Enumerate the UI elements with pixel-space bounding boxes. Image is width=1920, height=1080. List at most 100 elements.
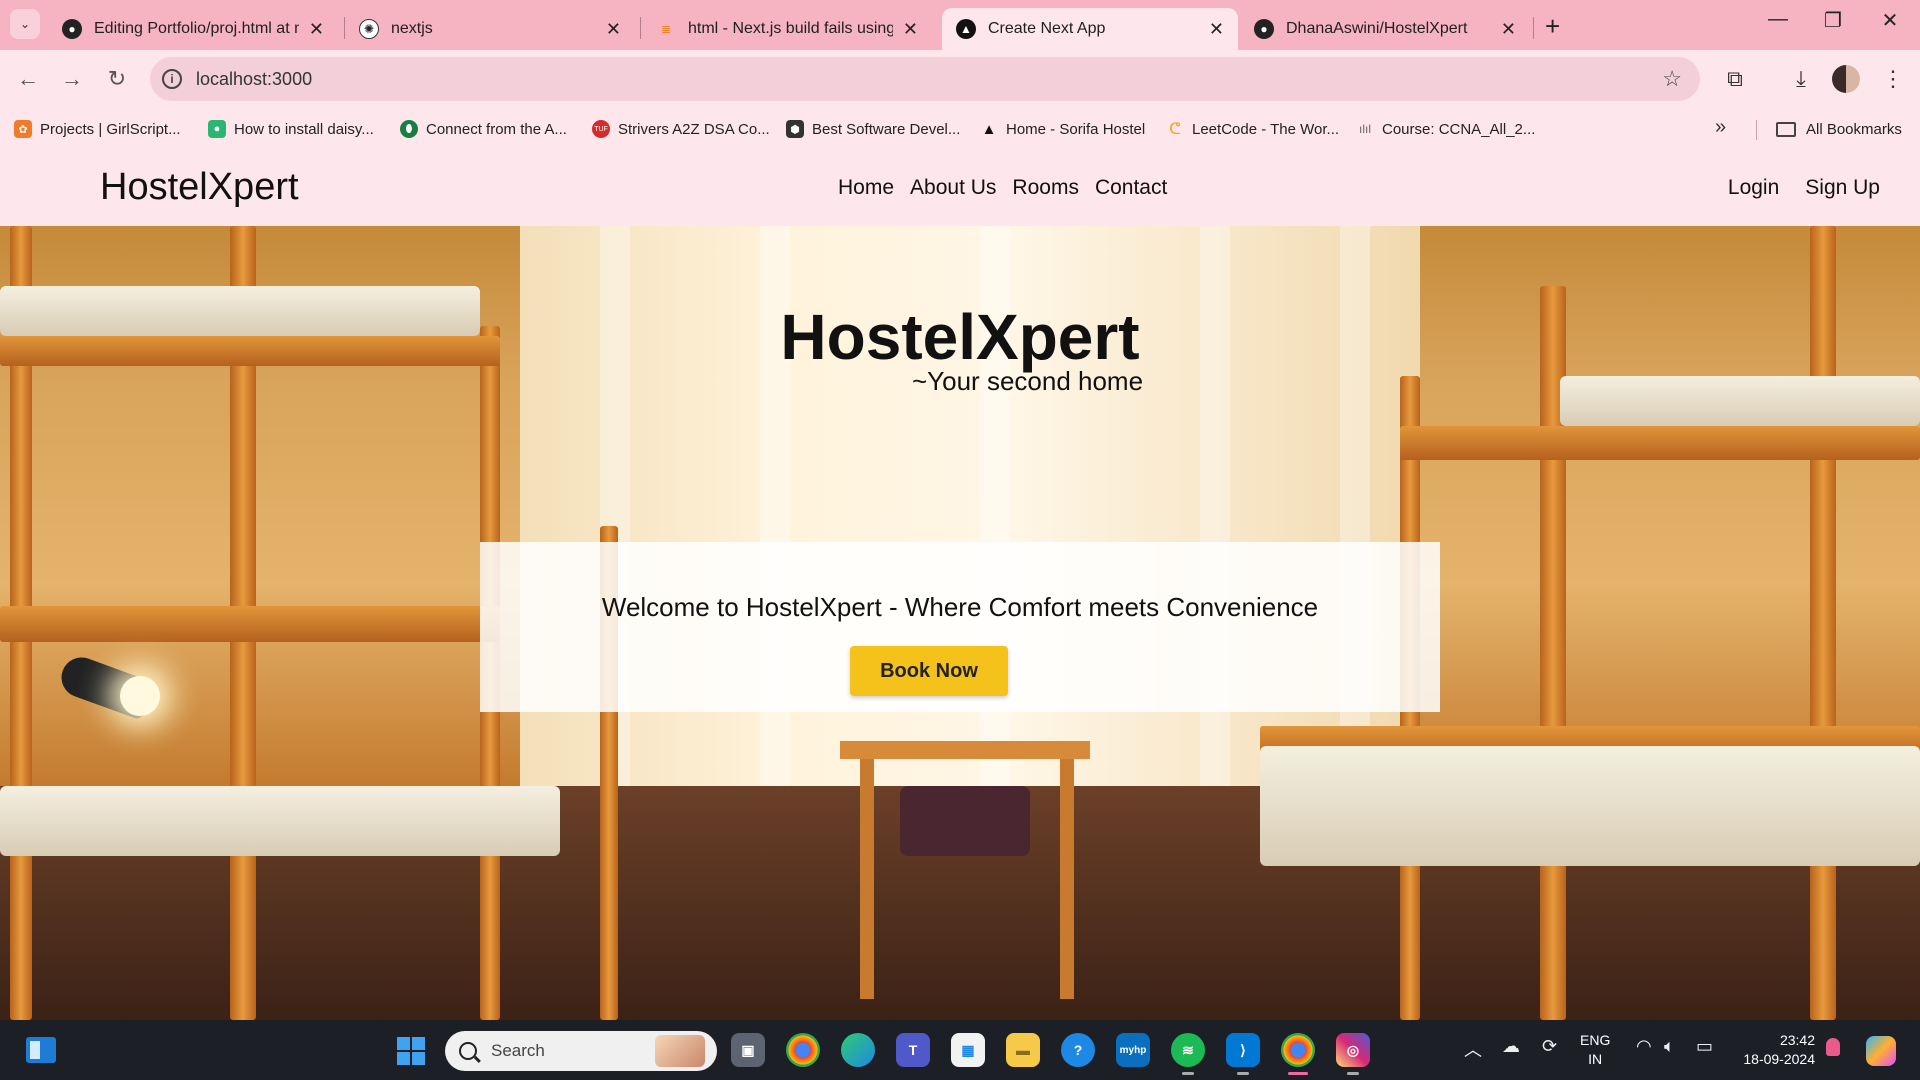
bookmark-star-icon[interactable]: ☆ — [1662, 66, 1682, 92]
widgets-icon[interactable] — [26, 1037, 56, 1063]
region-code: IN — [1588, 1051, 1603, 1067]
hero-section: HostelXpert ~Your second home Welcome to… — [0, 226, 1920, 1020]
page-viewport: HostelXpert Home About Us Rooms Contact … — [0, 150, 1920, 1020]
close-icon[interactable]: ✕ — [1209, 19, 1224, 40]
copilot-icon[interactable] — [1866, 1036, 1896, 1066]
tab-title: DhanaAswini/HostelXpert — [1286, 20, 1468, 37]
tab-title: Editing Portfolio/proj.html at m — [94, 20, 299, 37]
new-tab-button[interactable]: + — [1545, 11, 1560, 42]
bookmark-item[interactable]: ● How to install daisy... — [208, 108, 374, 150]
teams-icon[interactable]: T — [896, 1033, 930, 1067]
bookmark-label: Course: CCNA_All_2... — [1382, 120, 1536, 138]
notification-bell-icon[interactable] — [1826, 1038, 1840, 1056]
welcome-card: Welcome to HostelXpert - Where Comfort m… — [480, 542, 1440, 712]
menu-kebab-icon[interactable]: ⋮ — [1876, 62, 1910, 96]
auth-links: Login Sign Up — [1728, 176, 1880, 200]
bookmark-item[interactable]: ⬮ Connect from the A... — [400, 108, 567, 150]
browser-tab-strip: ⌄ ● Editing Portfolio/proj.html at m ✕ ✺… — [0, 0, 1920, 50]
bookmarks-bar: ✿ Projects | GirlScript... ● How to inst… — [0, 108, 1920, 150]
cisco-icon: ılıl — [1359, 122, 1371, 136]
browser-toolbar: ← → ↻ i localhost:3000 ☆ ⧉ ⤓ ⋮ — [0, 50, 1920, 108]
taskbar-search[interactable]: Search — [445, 1031, 717, 1071]
file-explorer-icon[interactable]: ▬ — [1006, 1033, 1040, 1067]
nextjs-icon: ▲ — [956, 19, 976, 39]
tab-title: nextjs — [391, 20, 433, 37]
url-text[interactable]: localhost:3000 — [196, 69, 312, 90]
instagram-icon[interactable]: ◎ — [1336, 1033, 1370, 1067]
address-bar[interactable]: i localhost:3000 ☆ — [150, 57, 1700, 101]
tab-nextjs[interactable]: ✺ nextjs ✕ — [345, 8, 635, 50]
help-icon[interactable]: ? — [1061, 1033, 1095, 1067]
bookmark-item[interactable]: TUF Strivers A2Z DSA Co... — [592, 108, 770, 150]
language-indicator[interactable]: ENG IN — [1580, 1031, 1610, 1069]
site-brand-logo[interactable]: HostelXpert — [100, 166, 299, 209]
nav-link-rooms[interactable]: Rooms — [1012, 176, 1079, 200]
bookmark-item[interactable]: ▲ Home - Sorifa Hostel — [980, 108, 1146, 150]
wifi-icon[interactable]: ◠ — [1636, 1036, 1652, 1057]
site-info-icon[interactable]: i — [162, 69, 182, 89]
spotify-icon[interactable]: ≋ — [1171, 1033, 1205, 1067]
windows-start-icon[interactable] — [397, 1037, 425, 1065]
hero-title: HostelXpert — [780, 301, 1140, 373]
vscode-icon[interactable]: ⟩ — [1226, 1033, 1260, 1067]
minimize-button[interactable]: — — [1758, 8, 1798, 31]
site-navbar: HostelXpert Home About Us Rooms Contact … — [0, 150, 1920, 226]
nav-link-contact[interactable]: Contact — [1095, 176, 1167, 200]
sync-icon[interactable]: ⟳ — [1542, 1036, 1557, 1057]
bookmark-item[interactable]: ılıl Course: CCNA_All_2... — [1356, 108, 1535, 150]
bookmark-item[interactable]: ᕦ LeetCode - The Wor... — [1166, 108, 1339, 150]
profile-avatar[interactable] — [1832, 65, 1860, 93]
restore-button[interactable]: ❐ — [1813, 8, 1853, 33]
leetcode-icon: ᕦ — [1169, 121, 1181, 138]
chrome-active-icon[interactable] — [1281, 1033, 1315, 1067]
close-icon[interactable]: ✕ — [903, 19, 918, 40]
close-icon[interactable]: ✕ — [1501, 19, 1516, 40]
download-icon[interactable]: ⤓ — [1784, 62, 1818, 96]
login-link[interactable]: Login — [1728, 176, 1779, 200]
tab-editing-portfolio[interactable]: ● Editing Portfolio/proj.html at m ✕ — [48, 8, 338, 50]
reload-button[interactable]: ↻ — [101, 63, 133, 95]
close-icon[interactable]: ✕ — [606, 19, 621, 40]
tab-hostelxpert-repo[interactable]: ● DhanaAswini/HostelXpert ✕ — [1240, 8, 1530, 50]
divider — [1756, 120, 1757, 140]
search-icon — [459, 1042, 477, 1060]
battery-icon[interactable]: ▭ — [1696, 1036, 1713, 1057]
bookmark-label: Strivers A2Z DSA Co... — [618, 120, 770, 138]
close-icon[interactable]: ✕ — [309, 19, 324, 40]
more-bookmarks-chevron-icon[interactable]: » — [1715, 116, 1726, 139]
girlscript-icon: ✿ — [14, 120, 32, 138]
all-bookmarks-button[interactable]: All Bookmarks — [1776, 108, 1902, 150]
tab-search-button[interactable]: ⌄ — [10, 9, 40, 39]
system-clock[interactable]: 23:42 18-09-2024 — [1735, 1031, 1815, 1069]
tray-overflow-chevron-icon[interactable]: ︿ — [1464, 1036, 1482, 1062]
forward-button[interactable]: → — [56, 63, 88, 95]
bookmark-label: Home - Sorifa Hostel — [1006, 120, 1146, 138]
signup-link[interactable]: Sign Up — [1805, 176, 1880, 200]
bookmark-label: Connect from the A... — [426, 120, 567, 138]
edge-icon[interactable] — [841, 1033, 875, 1067]
search-highlight-image — [655, 1035, 705, 1067]
extensions-icon[interactable]: ⧉ — [1718, 62, 1752, 96]
back-button[interactable]: ← — [12, 63, 44, 95]
bookmark-item[interactable]: ⬢ Best Software Devel... — [786, 108, 960, 150]
all-bookmarks-label: All Bookmarks — [1806, 120, 1902, 138]
triangle-icon: ▲ — [981, 120, 997, 138]
onedrive-icon[interactable]: ☁ — [1502, 1036, 1520, 1057]
nav-link-about[interactable]: About Us — [910, 176, 996, 200]
github-icon: ● — [62, 19, 82, 39]
book-now-button[interactable]: Book Now — [850, 646, 1008, 696]
tuf-icon: TUF — [592, 120, 610, 138]
task-view-icon[interactable]: ▣ — [731, 1033, 765, 1067]
microsoft-store-icon[interactable]: ▦ — [951, 1033, 985, 1067]
tab-create-next-app[interactable]: ▲ Create Next App ✕ — [942, 8, 1238, 50]
chrome-icon[interactable] — [786, 1033, 820, 1067]
tab-stackoverflow[interactable]: ≣ html - Next.js build fails using ✕ — [642, 8, 932, 50]
myhp-icon[interactable]: myhp — [1116, 1033, 1150, 1067]
folder-icon — [1776, 121, 1796, 137]
hero-tagline: ~Your second home — [912, 366, 1144, 396]
bookmark-label: Best Software Devel... — [812, 120, 961, 138]
volume-icon[interactable]: 🔈︎ — [1664, 1036, 1675, 1057]
nav-link-home[interactable]: Home — [838, 176, 894, 200]
bookmark-item[interactable]: ✿ Projects | GirlScript... — [14, 108, 181, 150]
close-window-button[interactable]: ✕ — [1870, 8, 1910, 33]
